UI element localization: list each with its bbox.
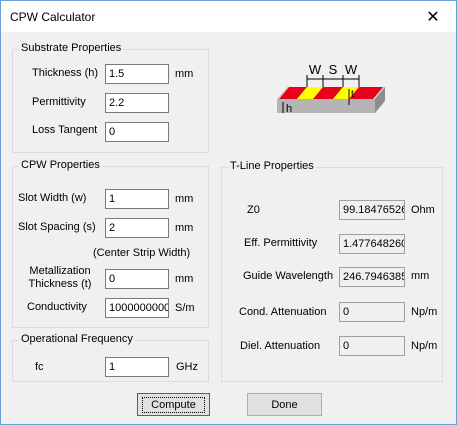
thickness-unit: mm [175, 68, 194, 80]
frequency-group-title: Operational Frequency [19, 333, 135, 345]
z0-unit: Ohm [411, 204, 435, 216]
cpw-cross-section-diagram: W S W t h [277, 62, 385, 115]
close-icon: ✕ [426, 8, 440, 26]
cond-attenuation-unit: Np/m [411, 306, 438, 318]
guide-wavelength-label: Guide Wavelength [243, 270, 334, 282]
t-label: t [351, 89, 354, 100]
slot-width-input[interactable]: 1 [105, 189, 169, 209]
metal-thickness-label: Metallization Thickness (t) [28, 265, 92, 290]
diel-attenuation-output: 0 [339, 336, 405, 356]
thickness-label: Thickness (h) [32, 67, 99, 79]
conductivity-input[interactable]: 1000000000 [105, 298, 169, 318]
permittivity-input[interactable]: 2.2 [105, 93, 169, 113]
slot-width-unit: mm [175, 193, 194, 205]
slot-width-label: Slot Width (w) [18, 192, 87, 204]
compute-button-label: Compute [142, 396, 205, 413]
tline-group-title: T-Line Properties [228, 160, 316, 172]
w-label: W [309, 62, 322, 77]
slot-spacing-label: Slot Spacing (s) [18, 221, 96, 233]
loss-tangent-label: Loss Tangent [32, 124, 98, 136]
substrate-group-title: Substrate Properties [19, 42, 124, 54]
loss-tangent-input[interactable]: 0 [105, 122, 169, 142]
center-strip-note: (Center Strip Width) [93, 247, 191, 259]
metal-thickness-unit: mm [175, 273, 194, 285]
z0-label: Z0 [247, 204, 260, 216]
h-label: h [286, 103, 292, 115]
done-button[interactable]: Done [247, 393, 322, 416]
cond-attenuation-label: Cond. Attenuation [239, 306, 327, 318]
conductivity-unit: S/m [175, 302, 195, 314]
cpw-calculator-window: CPW Calculator ✕ Substrate Properties Th… [0, 0, 457, 425]
cpw-group-title: CPW Properties [19, 159, 102, 171]
slot-spacing-unit: mm [175, 222, 194, 234]
diel-attenuation-unit: Np/m [411, 340, 438, 352]
diel-attenuation-label: Diel. Attenuation [240, 340, 321, 352]
fc-unit: GHz [176, 361, 198, 373]
fc-input[interactable]: 1 [105, 357, 169, 377]
eff-permittivity-output: 1.477648260 [339, 234, 405, 254]
cond-attenuation-output: 0 [339, 302, 405, 322]
close-button[interactable]: ✕ [410, 1, 456, 32]
compute-button[interactable]: Compute [137, 393, 210, 416]
s-label: S [329, 62, 338, 77]
w2-label: W [345, 62, 358, 77]
title-bar[interactable]: CPW Calculator ✕ [1, 1, 456, 32]
slot-spacing-input[interactable]: 2 [105, 218, 169, 238]
z0-output: 99.18476526 [339, 200, 405, 220]
metal-thickness-input[interactable]: 0 [105, 269, 169, 289]
eff-permittivity-label: Eff. Permittivity [244, 237, 318, 249]
guide-wavelength-output: 246.7946385 [339, 267, 405, 287]
window-title: CPW Calculator [10, 10, 96, 24]
permittivity-label: Permittivity [32, 96, 86, 108]
done-button-label: Done [271, 398, 298, 411]
conductivity-label: Conductivity [27, 301, 87, 313]
fc-label: fc [35, 361, 44, 373]
guide-wavelength-unit: mm [411, 270, 430, 282]
thickness-input[interactable]: 1.5 [105, 64, 169, 84]
